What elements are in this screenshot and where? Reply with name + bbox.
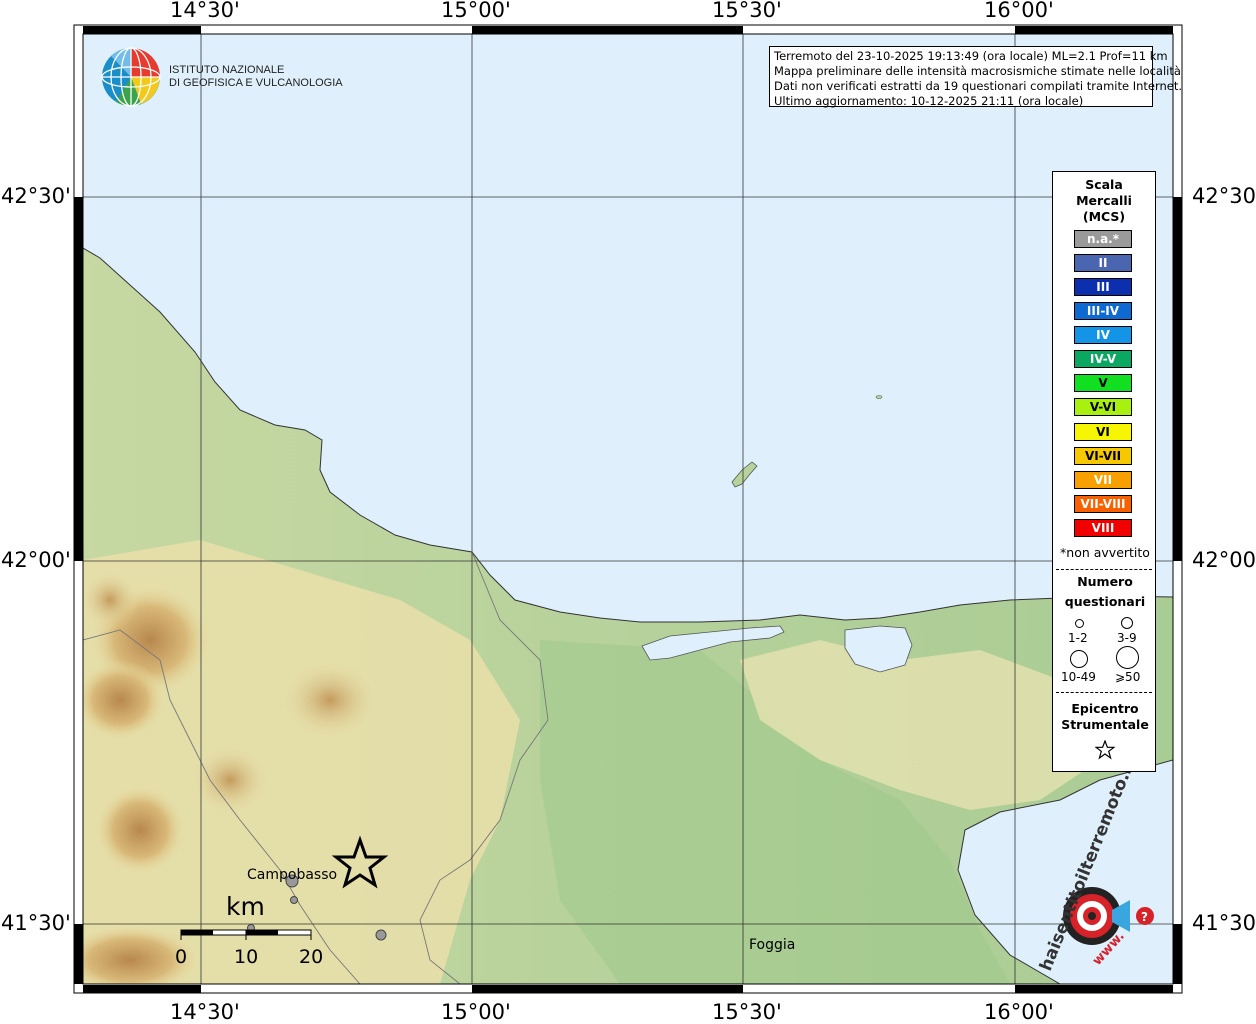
count-label: 10-49 bbox=[1061, 670, 1096, 684]
scale-tick: 10 bbox=[234, 946, 259, 968]
lon-label-bottom: 15°30' bbox=[712, 1000, 782, 1024]
ingv-logo-text: ISTITUTO NAZIONALE DI GEOFISICA E VULCAN… bbox=[169, 64, 343, 89]
legend-epicenter-title: Strumentale bbox=[1061, 717, 1149, 732]
count-label: 1-2 bbox=[1068, 631, 1088, 645]
lat-label-right: 42°30' bbox=[1192, 184, 1256, 208]
lon-label-top: 15°00' bbox=[441, 0, 511, 22]
intensity-swatch: IV bbox=[1074, 326, 1132, 344]
legend-count-title: questionari bbox=[1064, 594, 1146, 609]
lon-label-bottom: 14°30' bbox=[170, 1000, 240, 1024]
map-description: Mappa preliminare delle intensità macros… bbox=[774, 64, 1181, 78]
lat-label-right: 41°30' bbox=[1192, 911, 1256, 935]
intensity-swatch: V bbox=[1074, 374, 1132, 392]
legend-note: *non avvertito bbox=[1060, 545, 1150, 560]
event-description: Terremoto del 23-10-2025 19:13:49 (ora l… bbox=[774, 49, 1168, 63]
intensity-swatch: V-VI bbox=[1074, 398, 1132, 416]
legend-epicenter-title: Epicentro bbox=[1071, 701, 1139, 716]
scale-unit: km bbox=[226, 892, 265, 921]
lat-label-left: 42°30' bbox=[1, 184, 71, 208]
intensity-swatch: VI bbox=[1074, 423, 1132, 441]
count-circle-large bbox=[1070, 650, 1088, 668]
lat-label-left: 41°30' bbox=[1, 911, 71, 935]
lon-label-bottom: 15°00' bbox=[441, 1000, 511, 1024]
lat-label-right: 42°00' bbox=[1192, 548, 1256, 572]
place-campobasso: Campobasso bbox=[247, 867, 338, 883]
scale-tick: 0 bbox=[175, 946, 188, 968]
count-label: ⩾50 bbox=[1115, 670, 1141, 684]
lat-label-left: 42°00' bbox=[1, 548, 71, 572]
locality-marker bbox=[375, 929, 387, 941]
locality-marker bbox=[290, 896, 298, 904]
intensity-swatch: IV-V bbox=[1074, 350, 1132, 368]
intensity-swatch: III bbox=[1074, 278, 1132, 296]
intensity-swatch: n.a.* bbox=[1074, 230, 1132, 248]
legend-title: Scala Mercalli (MCS) bbox=[1076, 177, 1132, 224]
legend-count-title: Numero bbox=[1077, 574, 1133, 589]
lon-label-top: 16°00' bbox=[984, 0, 1054, 22]
lon-label-bottom: 16°00' bbox=[984, 1000, 1054, 1024]
last-update: Ultimo aggiornamento: 10-12-2025 21:11 (… bbox=[774, 94, 1084, 108]
ingv-logo-icon bbox=[101, 47, 161, 107]
intensity-swatch: III-IV bbox=[1074, 302, 1132, 320]
data-source-note: Dati non verificati estratti da 19 quest… bbox=[774, 79, 1183, 93]
lon-label-top: 14°30' bbox=[170, 0, 240, 22]
intensity-swatch: VII-VIII bbox=[1074, 495, 1132, 513]
event-info-box: Terremoto del 23-10-2025 19:13:49 (ora l… bbox=[769, 46, 1183, 108]
count-circle-small bbox=[1075, 619, 1084, 628]
count-circle-medium bbox=[1121, 617, 1133, 629]
intensity-swatch: VIII bbox=[1074, 519, 1132, 537]
intensity-swatch: II bbox=[1074, 254, 1132, 272]
intensity-swatch: VII bbox=[1074, 471, 1132, 489]
count-label: 3-9 bbox=[1117, 631, 1137, 645]
count-circle-xlarge bbox=[1116, 646, 1139, 669]
intensity-swatch: VI-VII bbox=[1074, 447, 1132, 465]
svg-text:?: ? bbox=[1141, 910, 1148, 924]
epicenter-star-icon bbox=[1095, 740, 1115, 760]
place-foggia: Foggia bbox=[749, 937, 796, 953]
intensity-legend: Scala Mercalli (MCS) n.a.* II III III-IV IV I… bbox=[1052, 171, 1156, 772]
lon-label-top: 15°30' bbox=[712, 0, 782, 22]
scale-tick: 20 bbox=[299, 946, 324, 968]
